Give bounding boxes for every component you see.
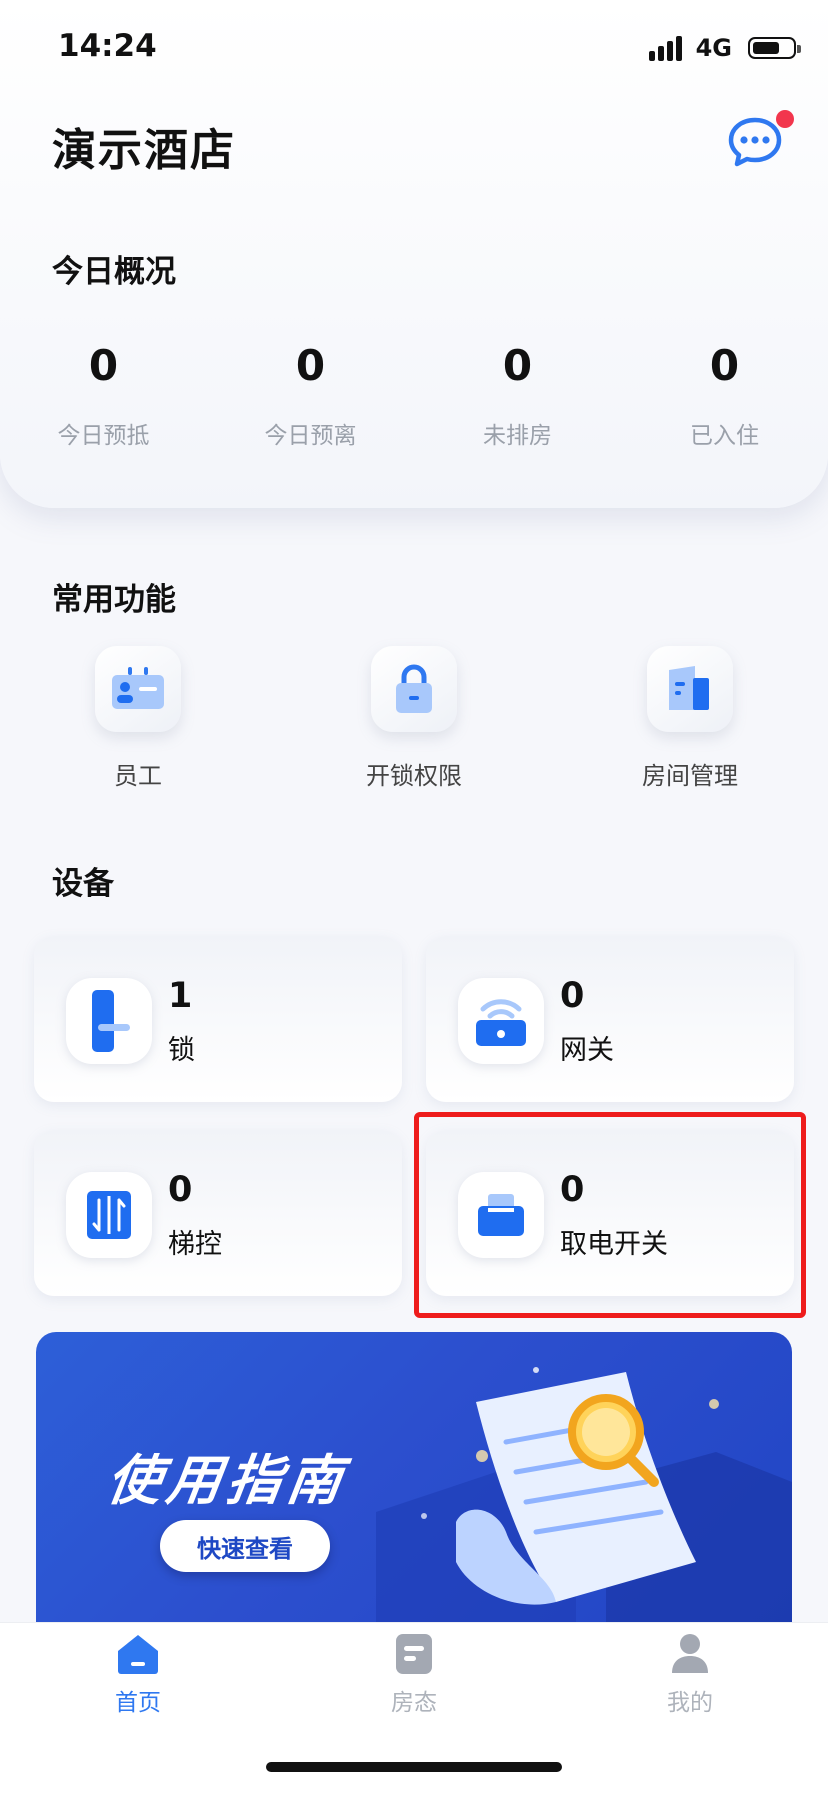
stat-unassigned[interactable]: 0 未排房 (414, 340, 621, 450)
tab-label: 房态 (391, 1690, 437, 1716)
devices-title: 设备 (52, 866, 114, 902)
device-label: 梯控 (168, 1229, 222, 1260)
function-staff[interactable]: 员工 (0, 646, 276, 791)
device-count: 0 (560, 976, 585, 1016)
network-type: 4G (695, 34, 732, 62)
stat-label: 未排房 (483, 423, 552, 449)
overview-title: 今日概况 (52, 254, 176, 290)
profile-icon (672, 1634, 708, 1673)
device-card-elevator[interactable]: 0 梯控 (34, 1130, 402, 1296)
status-time: 14:24 (58, 28, 157, 64)
tab-home[interactable]: 首页 (68, 1633, 208, 1717)
stat-arriving[interactable]: 0 今日预抵 (0, 340, 207, 450)
status-icons: 4G (648, 34, 801, 62)
stat-label: 已入住 (690, 423, 759, 449)
unlock-permission-icon (371, 646, 457, 732)
tab-room-status[interactable]: 房态 (344, 1633, 484, 1717)
unread-badge (776, 110, 794, 128)
signal-icon (648, 35, 682, 61)
function-grid: 员工 开锁权限 房间管理 (0, 646, 828, 791)
device-label: 锁 (168, 1035, 195, 1066)
guide-banner[interactable]: 使用指南 快速查看 (36, 1332, 792, 1622)
door-lock-icon (66, 978, 152, 1064)
overview-stats: 0 今日预抵 0 今日预离 0 未排房 0 已入住 (0, 340, 828, 450)
tab-label: 首页 (115, 1690, 161, 1716)
device-label: 网关 (560, 1035, 614, 1066)
home-icon (118, 1635, 158, 1674)
quick-view-button[interactable]: 快速查看 (160, 1520, 330, 1572)
stat-value: 0 (709, 341, 740, 390)
function-room-management[interactable]: 房间管理 (552, 646, 828, 791)
stat-label: 今日预离 (264, 423, 357, 449)
gateway-icon (458, 978, 544, 1064)
guide-illustration (376, 1367, 792, 1622)
banner-title: 使用指南 (102, 1449, 352, 1512)
stat-checked-in[interactable]: 0 已入住 (621, 340, 828, 450)
staff-icon (95, 646, 181, 732)
battery-icon (748, 37, 801, 59)
stat-departing[interactable]: 0 今日预离 (207, 340, 414, 450)
stat-label: 今日预抵 (57, 423, 150, 449)
device-count: 1 (168, 976, 193, 1016)
function-label: 房间管理 (642, 762, 738, 790)
hotel-title: 演示酒店 (52, 125, 236, 176)
function-label: 开锁权限 (366, 762, 462, 790)
function-unlock-permission[interactable]: 开锁权限 (276, 646, 552, 791)
elevator-control-icon (66, 1172, 152, 1258)
highlight-box (414, 1112, 806, 1318)
room-status-icon (396, 1634, 432, 1674)
device-count: 0 (168, 1170, 193, 1210)
stat-value: 0 (88, 341, 119, 390)
home-indicator (266, 1762, 562, 1772)
room-management-icon (647, 646, 733, 732)
functions-title: 常用功能 (52, 582, 176, 618)
function-label: 员工 (114, 762, 162, 790)
tab-label: 我的 (667, 1690, 713, 1716)
device-card-gateway[interactable]: 0 网关 (426, 936, 794, 1102)
stat-value: 0 (295, 341, 326, 390)
stat-value: 0 (502, 341, 533, 390)
device-card-lock[interactable]: 1 锁 (34, 936, 402, 1102)
tab-profile[interactable]: 我的 (620, 1633, 760, 1717)
message-icon[interactable] (728, 116, 782, 168)
